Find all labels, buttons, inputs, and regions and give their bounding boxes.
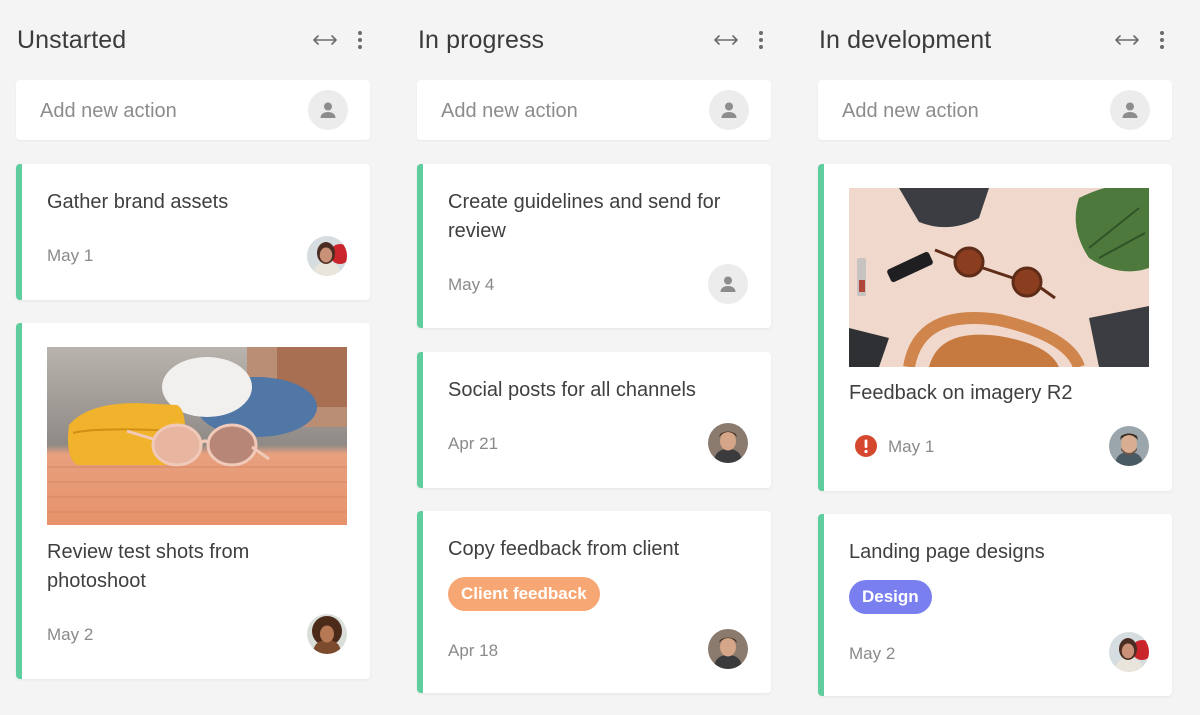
person-icon — [320, 102, 336, 118]
assign-user-button[interactable] — [709, 90, 749, 130]
card-title: Social posts for all channels — [448, 379, 696, 401]
column-header: Unstarted — [16, 0, 370, 80]
add-action-box — [417, 80, 771, 140]
card-due-date: May 1 — [47, 246, 94, 265]
man-avatar[interactable] — [708, 629, 748, 669]
column-in-progress: In progress Create guidelines and send f… — [417, 0, 771, 693]
column-unstarted: Unstarted Gather brand assets May 1 — [16, 0, 370, 679]
tag-client-feedback[interactable]: Client feedback — [448, 577, 600, 611]
man-avatar[interactable] — [708, 423, 748, 463]
column-title: Unstarted — [17, 26, 127, 54]
add-new-action-input[interactable] — [842, 98, 1082, 124]
add-new-action-input[interactable] — [441, 98, 681, 124]
person-icon — [720, 276, 736, 292]
woman-red-hair-avatar[interactable] — [1109, 632, 1149, 672]
card-due-date: May 1 — [888, 437, 935, 456]
tag-design[interactable]: Design — [849, 580, 932, 614]
woman-curly-hair-avatar[interactable] — [307, 614, 347, 654]
card-title: Landing page designs — [849, 541, 1045, 563]
man-beard-avatar[interactable] — [1109, 426, 1149, 466]
action-card[interactable]: Copy feedback from client Client feedbac… — [417, 511, 771, 693]
action-card[interactable]: Create guidelines and send for review Ma… — [417, 164, 771, 328]
unassigned-avatar[interactable] — [708, 264, 748, 304]
expand-column-icon[interactable] — [1114, 27, 1140, 53]
card-title: Gather brand assets — [47, 191, 229, 213]
action-card[interactable]: Social posts for all channels Apr 21 — [417, 352, 771, 488]
assign-user-button[interactable] — [308, 90, 348, 130]
flatlay-sunglasses-bag-photo — [849, 188, 1149, 367]
woman-red-hair-avatar[interactable] — [307, 236, 347, 276]
card-due-date: May 2 — [849, 644, 896, 663]
card-due-date: Apr 18 — [448, 641, 499, 660]
alert-icon — [855, 435, 877, 457]
card-due-date: May 2 — [47, 625, 94, 644]
more-options-icon[interactable] — [347, 27, 373, 53]
card-due-date: May 4 — [448, 275, 495, 294]
add-action-box — [16, 80, 370, 140]
assign-user-button[interactable] — [1110, 90, 1150, 130]
card-title: Copy feedback from client — [448, 538, 680, 560]
column-title: In progress — [418, 26, 545, 54]
expand-column-icon[interactable] — [713, 27, 739, 53]
person-icon — [1122, 102, 1138, 118]
action-card[interactable]: Gather brand assets May 1 — [16, 164, 370, 300]
action-card[interactable]: Landing page designs Design May 2 — [818, 514, 1172, 696]
action-card[interactable]: Feedback on imagery R2 May 1 — [818, 164, 1172, 491]
person-icon — [721, 102, 737, 118]
column-header: In progress — [417, 0, 771, 80]
column-title: In development — [819, 26, 992, 54]
card-title: Create guidelines and send for review — [448, 191, 721, 242]
more-options-icon[interactable] — [1149, 27, 1175, 53]
card-due-date: Apr 21 — [448, 434, 499, 453]
column-in-development: In development Add new action Feedback o… — [818, 0, 1172, 696]
column-header: In development — [818, 0, 1172, 80]
more-options-icon[interactable] — [748, 27, 774, 53]
card-title: Review test shots from photoshoot — [47, 541, 250, 592]
action-card[interactable]: Review test shots from photoshoot May 2 — [16, 323, 370, 679]
add-action-box — [818, 80, 1172, 140]
expand-column-icon[interactable] — [312, 27, 338, 53]
add-new-action-input[interactable] — [40, 98, 280, 124]
sunglasses-yellow-case-photo — [47, 347, 347, 525]
card-title: Feedback on imagery R2 — [849, 382, 1073, 404]
